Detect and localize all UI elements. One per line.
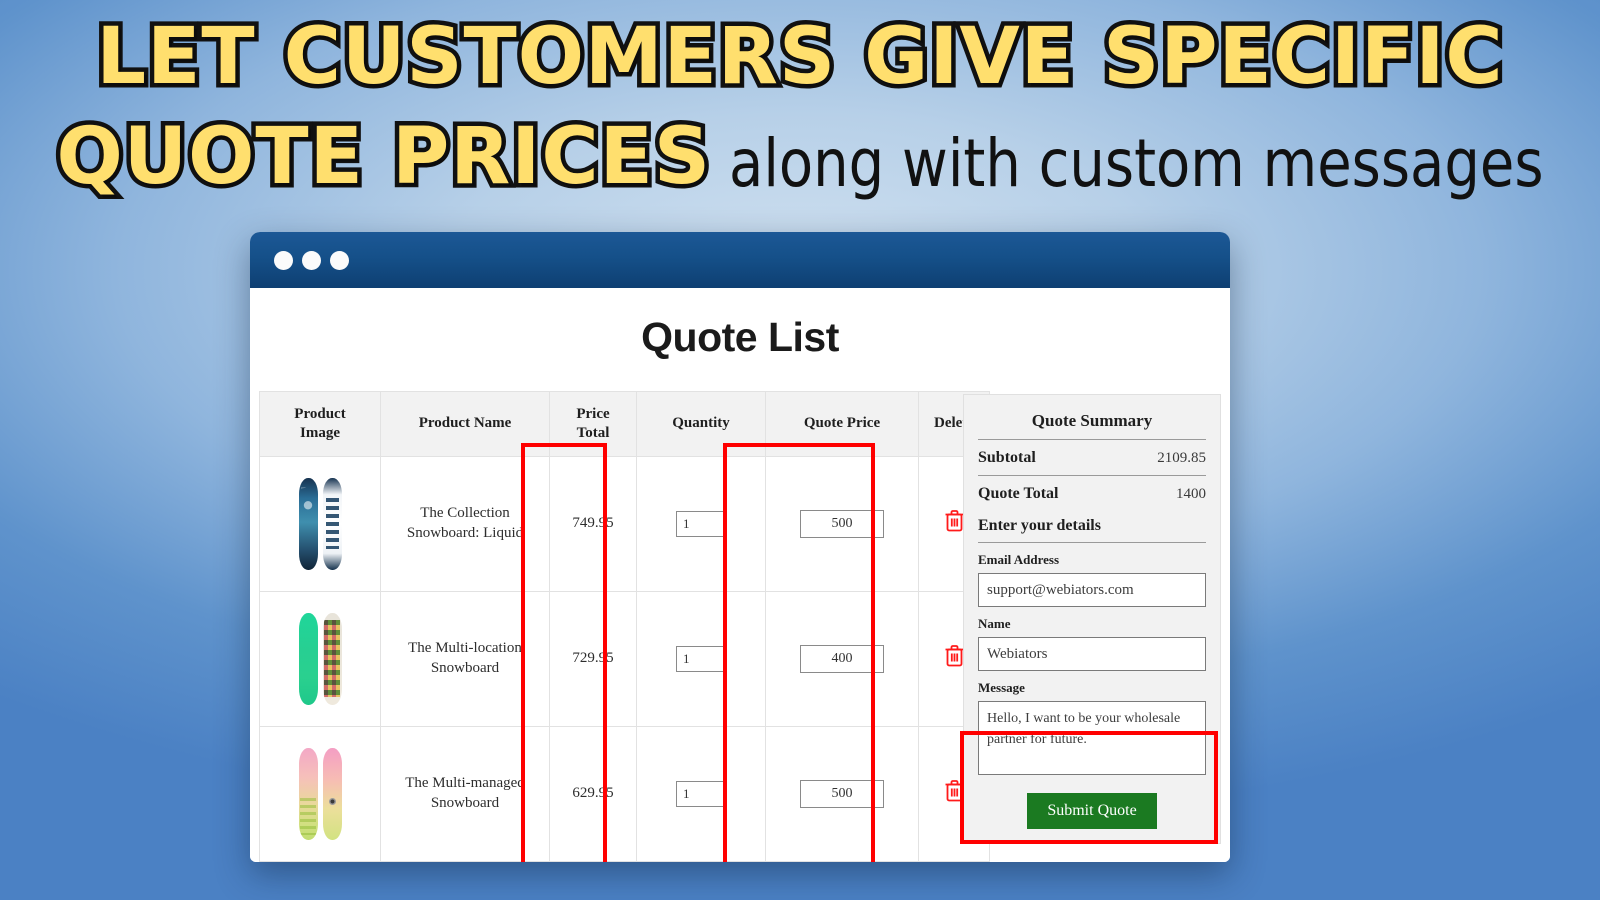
message-label: Message: [978, 680, 1025, 695]
cell-price-total: 749.95: [549, 455, 637, 592]
cell-quantity: [636, 725, 766, 862]
column-header-product-image: Product Image: [259, 391, 381, 457]
snowboard-right-icon: [322, 747, 342, 840]
column-header-quantity: Quantity: [636, 391, 766, 457]
cell-quote-price: [765, 725, 919, 862]
quote-summary-column: Quote Summary Subtotal 2109.85 Quote Tot…: [963, 394, 1221, 844]
enter-details-heading: Enter your details: [978, 511, 1206, 543]
headline-line-2-text: QUOTE PRICES: [52, 112, 715, 202]
column-header-price-total-line1: Price: [576, 406, 610, 422]
window-title-bar: [250, 232, 1230, 288]
quantity-input[interactable]: [676, 510, 726, 537]
name-field[interactable]: [978, 637, 1206, 671]
browser-window: Quote List Product Image Product Name Pr…: [250, 232, 1230, 862]
quote-table: Product Image Product Name Price Total Q…: [259, 391, 990, 862]
subtotal-value: 2109.85: [1157, 450, 1206, 466]
quote-content: Product Image Product Name Price Total Q…: [250, 361, 1230, 862]
column-header-product-name: Product Name: [380, 391, 550, 457]
table-row: The Collection Snowboard: Liquid 749.95: [259, 455, 990, 592]
trash-icon[interactable]: [944, 644, 965, 668]
cell-quote-price: [765, 455, 919, 592]
cell-quote-price: [765, 590, 919, 727]
headline-line-1: LET CUSTOMERS GIVE SPECIFIC: [0, 14, 1600, 101]
quote-table-body: The Collection Snowboard: Liquid 749.95: [259, 455, 990, 862]
table-row: The Multi-location Snowboard 729.95: [259, 590, 990, 727]
subtotal-row: Subtotal 2109.85: [978, 440, 1206, 476]
cell-product-image: [259, 590, 381, 727]
snowboard-left-icon: [298, 747, 318, 840]
table-row: The Multi-managed Snowboard 629.95: [259, 725, 990, 862]
window-dot-2[interactable]: [302, 250, 321, 270]
cell-quantity: [636, 590, 766, 727]
product-image-snowboard-multi-managed: [264, 747, 376, 840]
quote-total-label: Quote Total: [978, 485, 1059, 502]
column-header-quote-price: Quote Price: [765, 391, 919, 457]
cell-price-total: 629.95: [549, 725, 637, 862]
cell-product-name: The Collection Snowboard: Liquid: [380, 455, 550, 592]
submit-quote-button[interactable]: Submit Quote: [1027, 793, 1157, 829]
quote-table-wrapper: Product Image Product Name Price Total Q…: [259, 391, 990, 863]
snowboard-right-icon: [322, 477, 342, 570]
quote-summary-panel: Quote Summary Subtotal 2109.85 Quote Tot…: [963, 394, 1221, 844]
snowboard-left-icon: [298, 477, 318, 570]
quote-table-head: Product Image Product Name Price Total Q…: [259, 391, 990, 457]
submit-quote-row: Submit Quote: [978, 780, 1206, 829]
quote-price-input[interactable]: [800, 779, 884, 808]
banner-headline: LET CUSTOMERS GIVE SPECIFIC QUOTE PRICES…: [0, 14, 1600, 203]
poster-canvas: LET CUSTOMERS GIVE SPECIFIC QUOTE PRICES…: [0, 0, 1600, 900]
table-header-row: Product Image Product Name Price Total Q…: [259, 391, 990, 457]
quote-price-input[interactable]: [800, 644, 884, 673]
quote-price-input[interactable]: [800, 509, 884, 538]
window-dot-3[interactable]: [330, 250, 349, 270]
quote-total-value: 1400: [1176, 486, 1206, 502]
message-field[interactable]: [978, 701, 1206, 775]
subtotal-label: Subtotal: [978, 449, 1036, 466]
message-field-group: Message: [978, 671, 1206, 780]
cell-quantity: [636, 455, 766, 592]
cell-price-total: 729.95: [549, 590, 637, 727]
cell-product-image: [259, 725, 381, 862]
product-image-snowboard-multi-location: [264, 612, 376, 705]
email-field-group: Email Address: [978, 543, 1206, 607]
quantity-input[interactable]: [676, 780, 726, 807]
trash-icon[interactable]: [944, 509, 965, 533]
column-header-price-total-line2: Total: [576, 424, 610, 441]
headline-subtitle: along with custom messages: [729, 126, 1544, 203]
quantity-input[interactable]: [676, 645, 726, 672]
trash-icon[interactable]: [944, 779, 965, 803]
window-dot-1[interactable]: [274, 250, 293, 270]
product-image-snowboard-collection-liquid: [264, 477, 376, 570]
snowboard-left-icon: [298, 612, 318, 705]
window-content: Quote List Product Image Product Name Pr…: [250, 288, 1230, 862]
cell-product-image: [259, 455, 381, 592]
column-header-product-image-line1: Product: [294, 406, 346, 422]
cell-product-name: The Multi-managed Snowboard: [380, 725, 550, 862]
quote-total-row: Quote Total 1400: [978, 476, 1206, 511]
update-quote-row: Update Quote: [259, 862, 935, 863]
headline-line-1-text: LET CUSTOMERS GIVE SPECIFIC: [92, 12, 1507, 102]
headline-line-2: QUOTE PRICES along with custom messages: [0, 114, 1600, 203]
email-field[interactable]: [978, 573, 1206, 607]
column-header-product-image-line2: Image: [300, 424, 340, 441]
column-header-price-total: Price Total: [549, 391, 637, 457]
name-label: Name: [978, 616, 1011, 631]
quote-summary-title: Quote Summary: [978, 411, 1206, 440]
name-field-group: Name: [978, 607, 1206, 671]
email-label: Email Address: [978, 552, 1060, 567]
cell-product-name: The Multi-location Snowboard: [380, 590, 550, 727]
snowboard-right-icon: [322, 612, 342, 705]
page-title: Quote List: [641, 314, 839, 360]
